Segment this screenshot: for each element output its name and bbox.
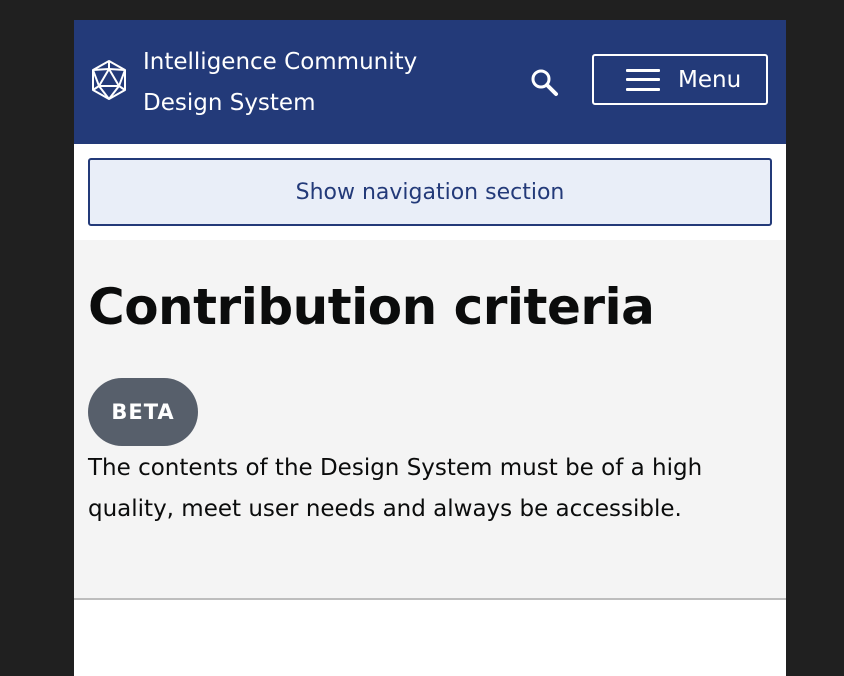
show-navigation-button[interactable]: Show navigation section [88,158,772,226]
hamburger-icon [626,68,660,91]
show-navigation-label: Show navigation section [295,179,565,205]
site-header: Intelligence Community Design System Men… [74,20,786,144]
status-badge: BETA [88,378,198,446]
site-title-line2: Design System [143,90,316,116]
menu-label: Menu [678,66,742,93]
page: Intelligence Community Design System Men… [74,20,786,676]
nav-toggle-container: Show navigation section [74,144,786,240]
icosahedron-logo-icon[interactable] [90,59,128,101]
site-title-link[interactable]: Intelligence Community Design System [143,42,463,124]
site-title-line1: Intelligence Community [143,49,418,75]
lead-paragraph: The contents of the Design System must b… [88,455,703,522]
search-icon [531,69,558,96]
search-button[interactable] [526,64,562,100]
page-intro: Contribution criteria BETA The contents … [74,240,786,600]
menu-button[interactable]: Menu [592,54,768,105]
page-title: Contribution criteria [88,278,655,336]
